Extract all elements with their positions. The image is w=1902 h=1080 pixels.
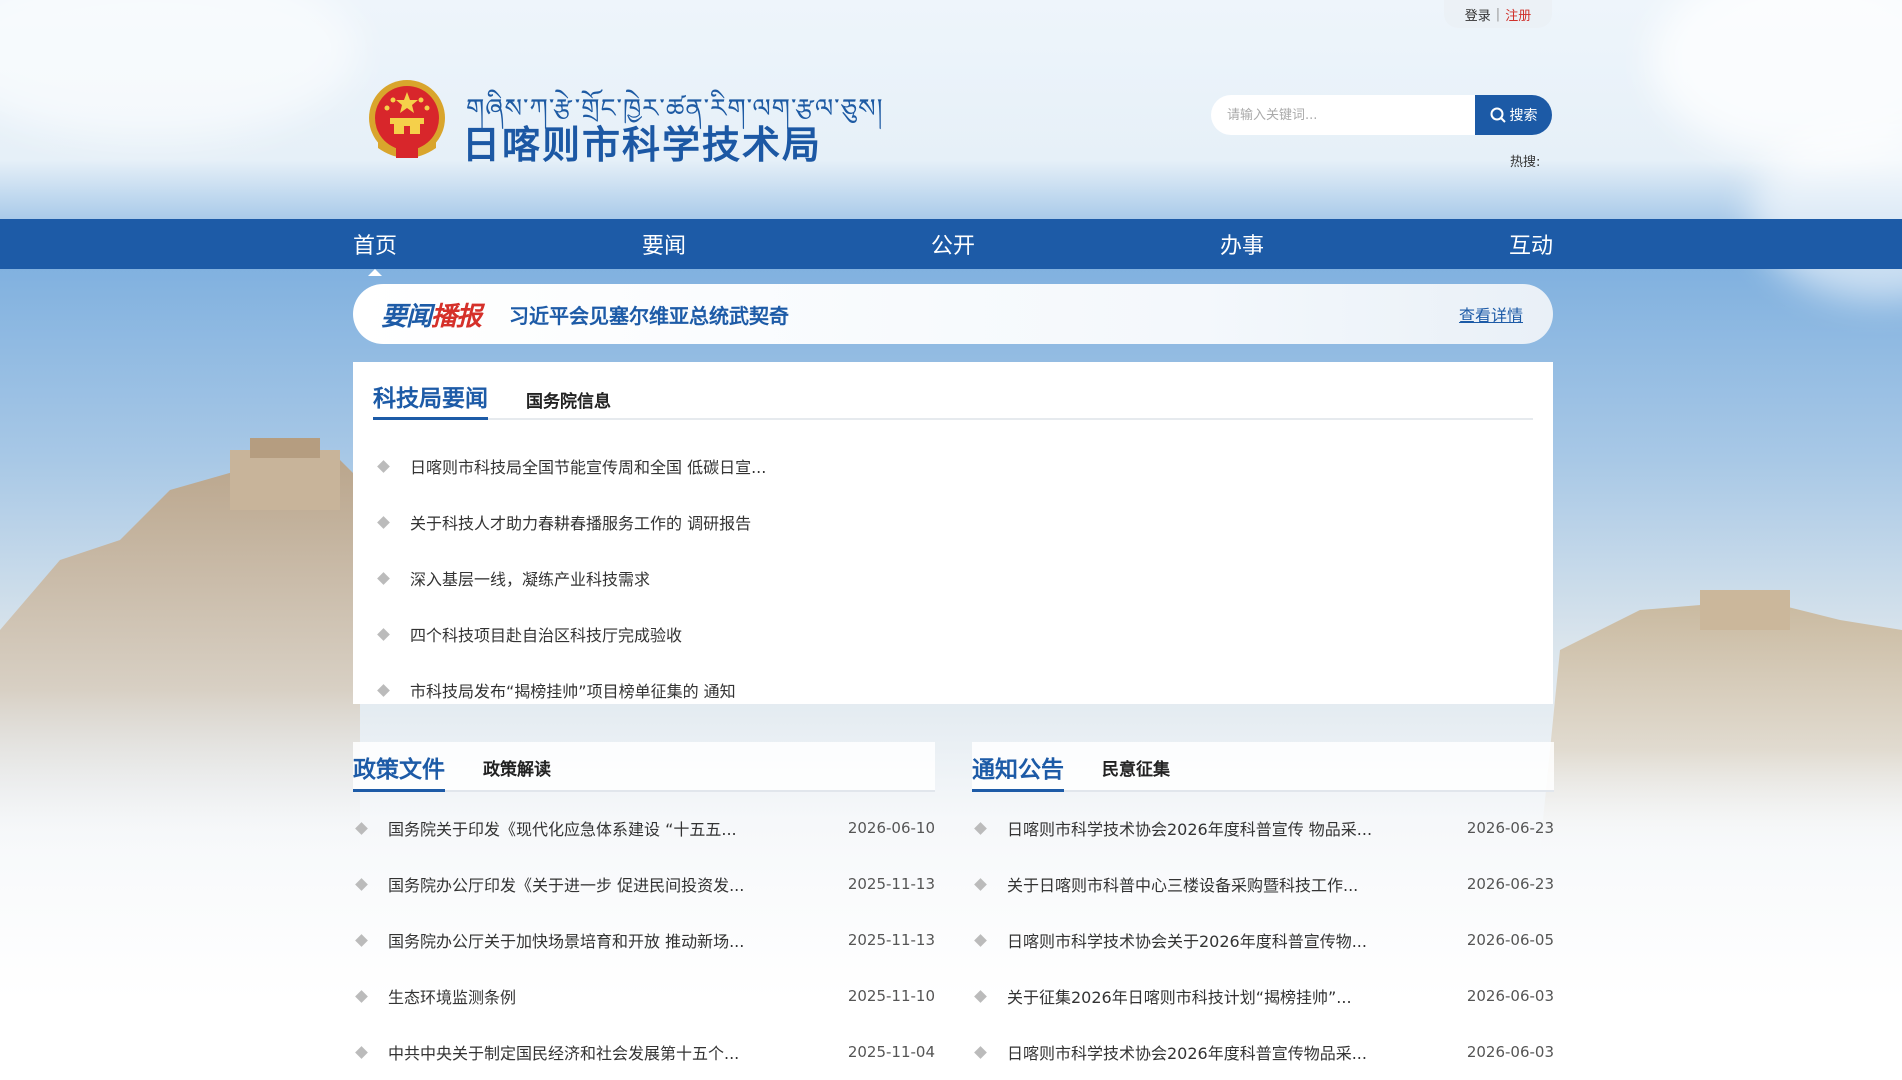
item-title: 国务院关于印发《现代化应急体系建设 “十五五... xyxy=(388,820,737,839)
bullet-icon xyxy=(974,877,987,891)
headline-bar: 要闻播报 习近平会见塞尔维亚总统武契奇 查看详情 xyxy=(353,284,1553,344)
news-item[interactable]: 深入基层一线，凝练产业科技需求 xyxy=(377,550,1527,606)
notice-column: 通知公告 民意征集 日喀则市科学技术协会2026年度科普宣传 物品采... 202… xyxy=(972,742,1554,1080)
item-date: 2026-06-05 xyxy=(1466,931,1554,949)
policy-column: 政策文件 政策解读 国务院关于印发《现代化应急体系建设 “十五五... 2026-… xyxy=(353,742,935,1080)
list-item[interactable]: 中共中央关于制定国民经济和社会发展第十五个... 2025-11-04 xyxy=(353,1024,935,1080)
headline-more-link[interactable]: 查看详情 xyxy=(1459,302,1523,326)
bullet-icon xyxy=(377,571,390,585)
item-title: 日喀则市科学技术协会2026年度科普宣传物品采... xyxy=(1007,1044,1367,1063)
bullet-icon xyxy=(974,1045,987,1059)
tab-public-opinion[interactable]: 民意征集 xyxy=(1102,755,1170,790)
item-title: 关于日喀则市科普中心三楼设备采购暨科技工作... xyxy=(1007,876,1359,895)
item-title: 国务院办公厅关于加快场景培育和开放 推动新场... xyxy=(388,932,745,951)
bullet-icon xyxy=(355,821,368,835)
list-item[interactable]: 国务院办公厅关于加快场景培育和开放 推动新场... 2025-11-13 xyxy=(353,912,935,968)
item-title: 生态环境监测条例 xyxy=(388,988,517,1007)
bullet-icon xyxy=(377,515,390,529)
list-item[interactable]: 关于征集2026年日喀则市科技计划“揭榜挂帅”... 2026-06-03 xyxy=(972,968,1554,1024)
item-title: 中共中央关于制定国民经济和社会发展第十五个... xyxy=(388,1044,740,1063)
item-date: 2026-06-10 xyxy=(847,819,935,837)
login-link[interactable]: 登录 xyxy=(1465,5,1491,24)
register-link[interactable]: 注册 xyxy=(1505,5,1531,24)
list-item[interactable]: 日喀则市科学技术协会2026年度科普宣传物品采... 2026-06-03 xyxy=(972,1024,1554,1080)
list-item[interactable]: 国务院办公厅印发《关于进一步 促进民间投资发... 2025-11-13 xyxy=(353,856,935,912)
bullet-icon xyxy=(974,933,987,947)
bullet-icon xyxy=(974,821,987,835)
item-title: 国务院办公厅印发《关于进一步 促进民间投资发... xyxy=(388,876,745,895)
item-title: 关于征集2026年日喀则市科技计划“揭榜挂帅”... xyxy=(1007,988,1352,1007)
nav-news[interactable]: 要闻 xyxy=(642,228,686,260)
search-button[interactable]: 搜索 xyxy=(1475,95,1552,135)
search-button-label: 搜索 xyxy=(1509,108,1538,124)
bullet-icon xyxy=(377,627,390,641)
hot-search-label: 热搜: xyxy=(1510,155,1541,170)
headline-logo-b: 播报 xyxy=(431,301,482,332)
national-emblem-icon xyxy=(369,80,445,158)
tab-state-council-info[interactable]: 国务院信息 xyxy=(526,387,611,418)
search-icon xyxy=(1490,107,1506,123)
item-date: 2026-06-23 xyxy=(1466,819,1554,837)
notice-list: 日喀则市科学技术协会2026年度科普宣传 物品采... 2026-06-23 关于… xyxy=(972,800,1554,1080)
policy-tabs: 政策文件 政策解读 xyxy=(353,742,935,792)
search-box: 搜索 xyxy=(1211,95,1552,135)
headline-link[interactable]: 习近平会见塞尔维亚总统武契奇 xyxy=(509,300,789,329)
list-item[interactable]: 生态环境监测条例 2025-11-10 xyxy=(353,968,935,1024)
nav-interaction[interactable]: 互动 xyxy=(1509,228,1553,260)
bullet-icon xyxy=(974,989,987,1003)
news-item-title: 深入基层一线，凝练产业科技需求 xyxy=(410,570,651,589)
bullet-icon xyxy=(355,989,368,1003)
news-item[interactable]: 日喀则市科技局全国节能宣传周和全国 低碳日宣... xyxy=(377,438,1527,494)
bullet-icon xyxy=(377,459,390,473)
tab-policy-interpretation[interactable]: 政策解读 xyxy=(483,755,551,790)
headline-logo: 要闻播报 xyxy=(381,296,482,333)
notice-tabs: 通知公告 民意征集 xyxy=(972,742,1554,792)
news-item-title: 日喀则市科技局全国节能宣传周和全国 低碳日宣... xyxy=(410,458,767,477)
news-item-title: 关于科技人才助力春耕春播服务工作的 调研报告 xyxy=(410,514,752,533)
news-item[interactable]: 市科技局发布“揭榜挂帅”项目榜单征集的 通知 xyxy=(377,662,1527,718)
news-tabs: 科技局要闻 国务院信息 xyxy=(373,380,1533,420)
news-item-title: 市科技局发布“揭榜挂帅”项目榜单征集的 通知 xyxy=(410,682,736,701)
tab-bureau-news[interactable]: 科技局要闻 xyxy=(373,379,488,420)
bullet-icon xyxy=(355,1045,368,1059)
list-item[interactable]: 日喀则市科学技术协会2026年度科普宣传 物品采... 2026-06-23 xyxy=(972,800,1554,856)
list-item[interactable]: 日喀则市科学技术协会关于2026年度科普宣传物... 2026-06-05 xyxy=(972,912,1554,968)
news-item[interactable]: 关于科技人才助力春耕春播服务工作的 调研报告 xyxy=(377,494,1527,550)
nav-home[interactable]: 首页 xyxy=(353,228,397,260)
policy-list: 国务院关于印发《现代化应急体系建设 “十五五... 2026-06-10 国务院办… xyxy=(353,800,935,1080)
nav-public[interactable]: 公开 xyxy=(931,228,975,260)
item-date: 2025-11-13 xyxy=(847,875,935,893)
login-register-bar: 登录 | 注册 xyxy=(1444,0,1552,28)
main-nav: 首页 要闻 公开 办事 互动 xyxy=(0,219,1902,269)
news-item[interactable]: 四个科技项目赴自治区科技厅完成验收 xyxy=(377,606,1527,662)
news-list: 日喀则市科技局全国节能宣传周和全国 低碳日宣... 关于科技人才助力春耕春播服务… xyxy=(377,438,1527,718)
site-name[interactable]: 日喀则市科学技术局 xyxy=(462,114,822,169)
item-title: 日喀则市科学技术协会2026年度科普宣传 物品采... xyxy=(1007,820,1373,839)
tab-notices[interactable]: 通知公告 xyxy=(972,750,1064,792)
item-date: 2026-06-03 xyxy=(1466,1043,1554,1061)
item-date: 2025-11-04 xyxy=(847,1043,935,1061)
item-title: 日喀则市科学技术协会关于2026年度科普宣传物... xyxy=(1007,932,1367,951)
news-panel: 科技局要闻 国务院信息 日喀则市科技局全国节能宣传周和全国 低碳日宣... 关于… xyxy=(353,362,1553,704)
search-input[interactable] xyxy=(1211,95,1475,135)
list-item[interactable]: 关于日喀则市科普中心三楼设备采购暨科技工作... 2026-06-23 xyxy=(972,856,1554,912)
tab-policy-documents[interactable]: 政策文件 xyxy=(353,750,445,792)
nav-services[interactable]: 办事 xyxy=(1220,228,1264,260)
item-date: 2025-11-13 xyxy=(847,931,935,949)
item-date: 2025-11-10 xyxy=(847,987,935,1005)
bullet-icon xyxy=(377,683,390,697)
item-date: 2026-06-23 xyxy=(1466,875,1554,893)
login-separator: | xyxy=(1495,6,1501,22)
bullet-icon xyxy=(355,933,368,947)
list-item[interactable]: 国务院关于印发《现代化应急体系建设 “十五五... 2026-06-10 xyxy=(353,800,935,856)
news-item-title: 四个科技项目赴自治区科技厅完成验收 xyxy=(410,626,683,645)
bullet-icon xyxy=(355,877,368,891)
item-date: 2026-06-03 xyxy=(1466,987,1554,1005)
headline-logo-a: 要闻 xyxy=(381,301,432,332)
